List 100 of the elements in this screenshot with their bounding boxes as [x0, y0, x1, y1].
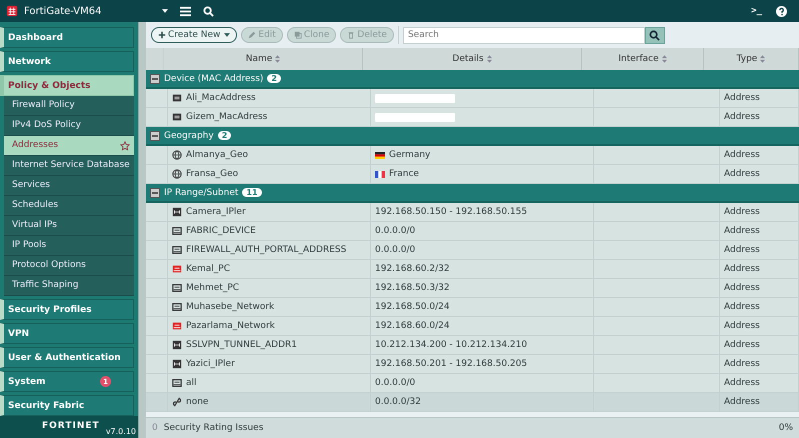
sidebar-section[interactable]: Dashboard	[0, 27, 134, 48]
sidebar-item[interactable]: Virtual IPs	[4, 216, 134, 236]
collapse-toggle[interactable]	[150, 74, 160, 84]
address-name[interactable]: none	[186, 397, 208, 407]
address-type: Address	[724, 169, 760, 179]
unlink-icon	[172, 397, 182, 407]
address-type: Address	[724, 397, 760, 407]
address-details: 10.212.134.200 - 10.212.134.210	[375, 340, 528, 350]
sidebar-item[interactable]: Traffic Shaping	[4, 276, 134, 296]
ip-range-icon	[172, 207, 182, 217]
address-details: 0.0.0.0/32	[375, 397, 421, 407]
group-header[interactable]: Device (MAC Address) 2	[146, 70, 799, 89]
help-icon[interactable]	[776, 6, 787, 16]
subnet-icon	[172, 378, 182, 388]
address-name[interactable]: FIREWALL_AUTH_PORTAL_ADDRESS	[186, 245, 346, 255]
address-type: Address	[724, 283, 760, 293]
sidebar-item[interactable]: Addresses	[4, 136, 134, 156]
caret-icon[interactable]	[162, 9, 168, 13]
address-type: Address	[724, 112, 760, 122]
device-logo-icon	[6, 5, 18, 17]
sidebar-section[interactable]: Policy & Objects	[0, 75, 134, 96]
address-type: Address	[724, 226, 760, 236]
trash-icon	[347, 31, 356, 39]
address-name[interactable]: Pazarlama_Network	[186, 321, 275, 331]
device-icon	[172, 93, 182, 103]
count-badge: 2	[218, 131, 232, 140]
sidebar-section[interactable]: Security Profiles	[0, 299, 134, 320]
subnet-icon	[172, 226, 182, 236]
create-button[interactable]: Create New	[151, 27, 238, 43]
address-name[interactable]: Gizem_MacAdress	[186, 112, 268, 122]
address-name[interactable]: Kemal_PC	[186, 264, 230, 274]
copy-icon	[294, 31, 302, 39]
address-name[interactable]: Camera_IPler	[186, 207, 246, 217]
group-title: Device (MAC Address)	[164, 74, 264, 84]
device-name[interactable]: FortiGate-VM64	[24, 6, 102, 16]
star-icon[interactable]	[120, 140, 130, 150]
subnet-icon	[172, 264, 182, 274]
group-title: Geography	[164, 130, 214, 140]
menu-icon[interactable]	[180, 6, 190, 16]
address-type: Address	[724, 359, 760, 369]
cli-console-icon[interactable]: >_	[751, 6, 762, 16]
address-type: Address	[724, 245, 760, 255]
count-badge: 2	[267, 74, 281, 83]
sidebar-section[interactable]: VPN	[0, 323, 134, 344]
address-details: 0.0.0.0/0	[375, 226, 416, 236]
address-details: 192.168.60.2/32	[375, 264, 450, 274]
group-header[interactable]: Geography 2	[146, 127, 799, 146]
search-icon	[649, 30, 660, 40]
address-type: Address	[724, 93, 760, 103]
address-name[interactable]: Yazici_IPler	[186, 359, 235, 369]
search-icon[interactable]	[202, 6, 214, 16]
security-rating-link[interactable]: Security Rating Issues	[164, 423, 264, 433]
address-type: Address	[724, 321, 760, 331]
sidebar-item[interactable]: Services	[4, 176, 134, 196]
address-name[interactable]: Fransa_Geo	[186, 169, 238, 179]
sidebar-item[interactable]: IPv4 DoS Policy	[4, 116, 134, 136]
address-details: 192.168.50.201 - 192.168.50.205	[375, 359, 528, 369]
address-type: Address	[724, 378, 760, 388]
globe-icon	[172, 150, 182, 160]
address-details: 0.0.0.0/0	[375, 378, 416, 388]
version-label: v7.0.10	[106, 427, 136, 436]
address-name[interactable]: Ali_MacAddress	[186, 93, 256, 103]
address-name[interactable]: FABRIC_DEVICE	[186, 226, 256, 236]
device-icon	[172, 112, 182, 122]
search-field[interactable]: Search	[402, 26, 645, 44]
collapse-toggle[interactable]	[150, 188, 160, 198]
subnet-icon	[172, 245, 182, 255]
group-header[interactable]: IP Range/Subnet 11	[146, 184, 799, 203]
address-details: 192.168.50.150 - 192.168.50.155	[375, 207, 528, 217]
sidebar-item[interactable]: Schedules	[4, 196, 134, 216]
percent-label: 0%	[778, 423, 793, 433]
address-type: Address	[724, 340, 760, 350]
sidebar-section[interactable]: User & Authentication	[0, 347, 134, 368]
group-title: IP Range/Subnet	[164, 188, 238, 198]
address-type: Address	[724, 264, 760, 274]
sidebar-item[interactable]: Internet Service Database	[4, 156, 134, 176]
address-details: 192.168.50.3/32	[375, 283, 450, 293]
globe-icon	[172, 169, 182, 179]
sidebar-section[interactable]: Network	[0, 51, 134, 72]
scrollbar[interactable]	[138, 22, 146, 438]
address-name[interactable]: Mehmet_PC	[186, 283, 240, 293]
sidebar-item[interactable]: Firewall Policy	[4, 96, 134, 116]
collapse-toggle[interactable]	[150, 130, 160, 140]
sidebar-item[interactable]: IP Pools	[4, 236, 134, 256]
ip-range-icon	[172, 340, 182, 350]
sidebar-item[interactable]: Protocol Options	[4, 256, 134, 276]
flag-icon	[375, 170, 385, 178]
address-details: 192.168.50.0/24	[375, 302, 450, 312]
address-type: Address	[724, 150, 760, 160]
address-details: 0.0.0.0/0	[375, 245, 416, 255]
address-name[interactable]: all	[186, 378, 197, 388]
subnet-icon	[172, 302, 182, 312]
address-name[interactable]: Almanya_Geo	[186, 150, 248, 160]
address-name[interactable]: SSLVPN_TUNNEL_ADDR1	[186, 340, 298, 350]
count-badge: 11	[242, 188, 262, 197]
brand-logo: FORTINET	[42, 421, 100, 431]
address-name[interactable]: Muhasebe_Network	[186, 302, 274, 312]
search-button[interactable]	[644, 26, 665, 44]
sidebar-section[interactable]: Security Fabric	[0, 395, 134, 416]
issue-count: 0	[152, 423, 158, 433]
